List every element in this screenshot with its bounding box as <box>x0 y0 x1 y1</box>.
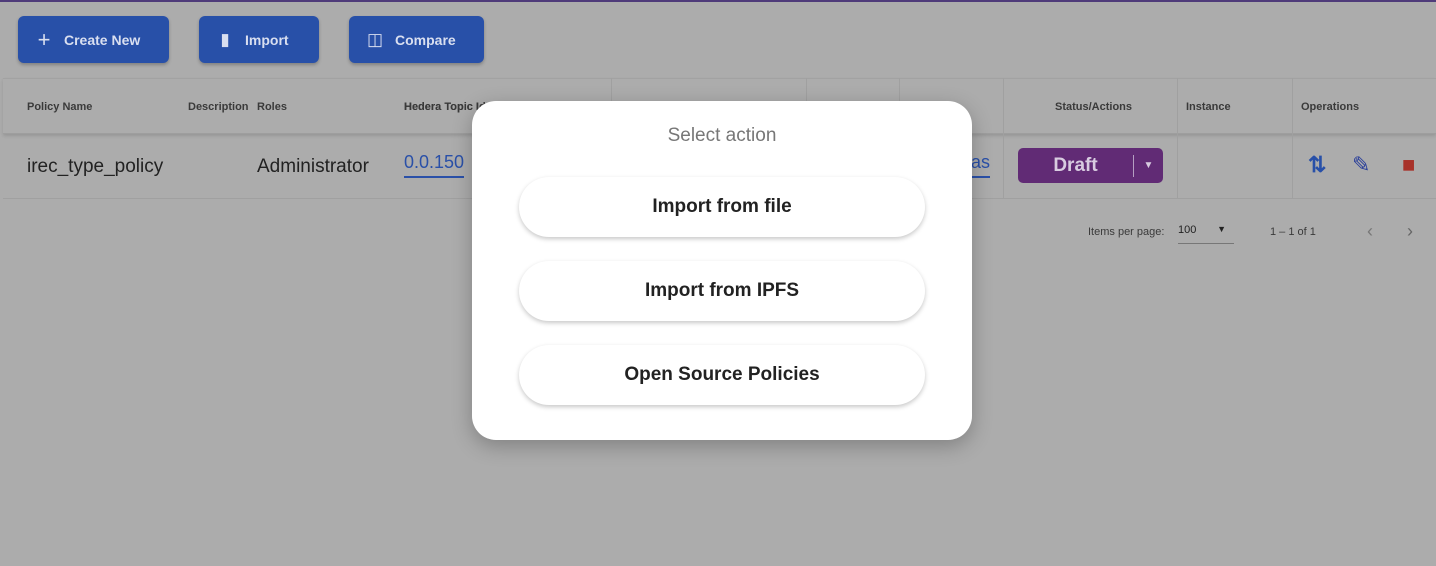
create-new-button[interactable]: + Create New <box>18 16 169 63</box>
header-instance: Instance <box>1186 101 1231 113</box>
header-topic-id-visible-part: Hedera Topic I <box>404 101 479 113</box>
plus-icon: + <box>37 26 51 52</box>
create-new-label: Create New <box>64 31 141 48</box>
import-from-file-button[interactable]: Import from file <box>519 177 925 237</box>
items-per-page-value: 100 <box>1178 224 1197 236</box>
chevron-down-icon: ▼ <box>1143 160 1154 171</box>
select-action-dialog: Select action Import from file Import fr… <box>472 101 972 440</box>
header-operations: Operations <box>1301 101 1360 113</box>
top-border <box>0 0 1436 2</box>
policy-name-cell: irec_type_policy <box>27 156 164 177</box>
file-import-icon: ▮ <box>220 29 230 49</box>
delete-icon[interactable]: ■ <box>1402 152 1415 178</box>
previous-page-button[interactable]: ‹ <box>1367 221 1373 242</box>
status-label: Draft <box>1053 154 1098 176</box>
compare-button[interactable]: ◫ Compare <box>349 16 484 63</box>
header-description: Description <box>188 101 249 113</box>
compare-icon: ◫ <box>366 29 384 49</box>
next-page-button[interactable]: › <box>1407 221 1413 242</box>
items-per-page-select[interactable]: 100 ▼ <box>1178 224 1234 244</box>
open-source-policies-button[interactable]: Open Source Policies <box>519 345 925 405</box>
header-roles: Roles <box>257 101 287 113</box>
header-status-actions: Status/Actions <box>1055 101 1133 113</box>
topic-id-link[interactable]: 0.0.150 <box>404 152 465 178</box>
dialog-title: Select action <box>667 125 777 146</box>
pagination-range: 1 – 1 of 1 <box>1270 226 1316 238</box>
status-dropdown[interactable]: Draft ▼ <box>1018 148 1163 183</box>
import-from-ipfs-button[interactable]: Import from IPFS <box>519 261 925 321</box>
header-policy-name: Policy Name <box>27 101 93 113</box>
chevron-down-icon: ▼ <box>1217 224 1226 234</box>
import-button[interactable]: ▮ Import <box>199 16 319 63</box>
export-import-icon[interactable]: ⇅ <box>1308 152 1326 178</box>
items-per-page-label: Items per page: <box>1088 226 1165 238</box>
import-label: Import <box>245 31 289 48</box>
compare-label: Compare <box>395 31 456 48</box>
schemas-link[interactable]: as <box>971 152 991 178</box>
roles-cell: Administrator <box>257 156 369 177</box>
edit-icon[interactable]: ✎ <box>1352 152 1370 178</box>
